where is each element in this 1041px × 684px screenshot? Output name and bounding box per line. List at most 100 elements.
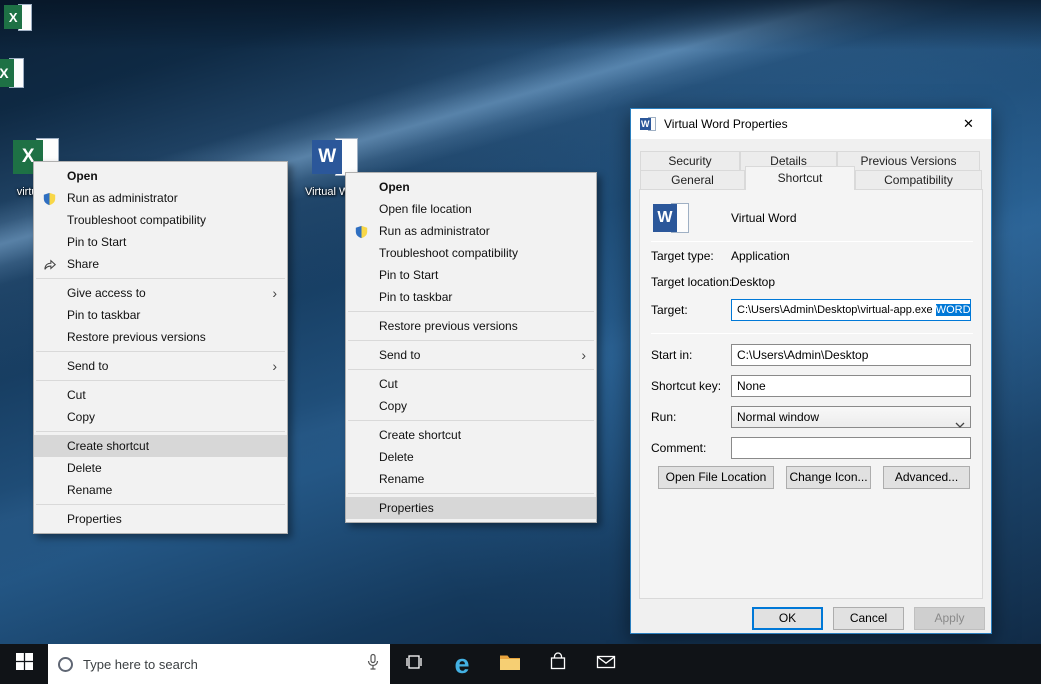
tab-security[interactable]: Security — [640, 151, 740, 170]
edge-button[interactable]: e — [438, 644, 486, 684]
file-explorer-button[interactable] — [486, 644, 534, 684]
file-explorer-icon — [499, 653, 521, 676]
edge-icon: e — [454, 651, 469, 678]
menu-item-troubleshoot-compatibility[interactable]: Troubleshoot compatibility — [346, 242, 596, 264]
menu-item-open[interactable]: Open — [34, 165, 287, 187]
shortcut-key-input[interactable] — [731, 375, 971, 397]
menu-item-send-to[interactable]: Send to› — [346, 344, 596, 366]
cortana-icon — [58, 657, 73, 672]
target-input[interactable]: C:\Users\Admin\Desktop\virtual-app.exe W… — [731, 299, 971, 321]
cancel-button[interactable]: Cancel — [833, 607, 904, 630]
run-dropdown[interactable]: Normal window — [731, 406, 971, 428]
excel-icon: X — [4, 5, 22, 29]
menu-separator — [36, 278, 285, 279]
close-button[interactable]: ✕ — [946, 110, 991, 139]
taskbar-search-box[interactable] — [48, 644, 390, 684]
menu-item-open[interactable]: Open — [346, 176, 596, 198]
share-icon — [43, 257, 57, 271]
target-input-text: C:\Users\Admin\Desktop\virtual-app.exe — [737, 304, 936, 316]
menu-item-create-shortcut[interactable]: Create shortcut — [346, 424, 596, 446]
menu-item-rename[interactable]: Rename — [34, 479, 287, 501]
ok-button[interactable]: OK — [752, 607, 823, 630]
submenu-arrow-icon: › — [272, 355, 277, 377]
dialog-titlebar[interactable]: W Virtual Word Properties ✕ — [631, 109, 991, 139]
menu-item-restore-previous-versions[interactable]: Restore previous versions — [346, 315, 596, 337]
submenu-arrow-icon: › — [581, 344, 586, 366]
tab-general[interactable]: General — [640, 170, 745, 190]
chevron-down-icon — [955, 414, 965, 434]
context-menu-excel-shortcut: Open Run as administrator Troubleshoot c… — [33, 161, 288, 534]
menu-item-delete[interactable]: Delete — [346, 446, 596, 468]
tab-previous-versions[interactable]: Previous Versions — [837, 151, 980, 170]
menu-item-pin-to-taskbar[interactable]: Pin to taskbar — [346, 286, 596, 308]
comment-label: Comment: — [651, 441, 706, 455]
start-button[interactable] — [0, 644, 48, 684]
menu-item-run-as-administrator[interactable]: Run as administrator — [346, 220, 596, 242]
desktop-icon-partial[interactable]: X — [4, 2, 32, 32]
menu-item-share[interactable]: Share — [34, 253, 287, 275]
menu-separator — [36, 504, 285, 505]
menu-item-pin-to-start[interactable]: Pin to Start — [34, 231, 287, 253]
menu-separator — [348, 369, 594, 370]
wallpaper-shade — [0, 0, 1041, 50]
comment-input[interactable] — [731, 437, 971, 459]
menu-item-cut[interactable]: Cut — [346, 373, 596, 395]
change-icon-button[interactable]: Change Icon... — [786, 466, 871, 489]
submenu-arrow-icon: › — [272, 282, 277, 304]
menu-item-create-shortcut[interactable]: Create shortcut — [34, 435, 287, 457]
taskbar: e — [0, 644, 1041, 684]
menu-item-run-as-administrator[interactable]: Run as administrator — [34, 187, 287, 209]
dialog-title: Virtual Word Properties — [664, 117, 946, 131]
menu-item-copy[interactable]: Copy — [346, 395, 596, 417]
advanced-button[interactable]: Advanced... — [883, 466, 970, 489]
menu-item-cut[interactable]: Cut — [34, 384, 287, 406]
menu-separator — [36, 351, 285, 352]
context-menu-word-shortcut: Open Open file location Run as administr… — [345, 172, 597, 523]
menu-separator — [348, 493, 594, 494]
excel-icon: X — [0, 59, 14, 86]
menu-separator — [348, 340, 594, 341]
menu-item-send-to[interactable]: Send to› — [34, 355, 287, 377]
separator — [651, 333, 973, 334]
store-button[interactable] — [534, 644, 582, 684]
menu-item-restore-previous-versions[interactable]: Restore previous versions — [34, 326, 287, 348]
word-icon: W — [312, 140, 342, 174]
uac-shield-icon — [43, 191, 57, 205]
menu-item-delete[interactable]: Delete — [34, 457, 287, 479]
menu-item-properties[interactable]: Properties — [346, 497, 596, 519]
menu-item-give-access-to[interactable]: Give access to› — [34, 282, 287, 304]
target-label: Target: — [651, 303, 688, 317]
word-icon-large: W — [653, 201, 689, 235]
separator — [651, 241, 973, 242]
word-icon: W — [640, 116, 656, 132]
menu-item-rename[interactable]: Rename — [346, 468, 596, 490]
tab-compatibility[interactable]: Compatibility — [855, 170, 982, 190]
open-file-location-button[interactable]: Open File Location — [658, 466, 774, 489]
menu-item-troubleshoot-compatibility[interactable]: Troubleshoot compatibility — [34, 209, 287, 231]
menu-item-copy[interactable]: Copy — [34, 406, 287, 428]
start-in-input[interactable] — [731, 344, 971, 366]
task-view-button[interactable] — [390, 644, 438, 684]
menu-separator — [348, 420, 594, 421]
microphone-icon — [366, 653, 380, 676]
shortcut-key-label: Shortcut key: — [651, 379, 721, 393]
menu-separator — [348, 311, 594, 312]
properties-dialog: W Virtual Word Properties ✕ Security Det… — [630, 108, 992, 634]
search-input[interactable] — [83, 657, 356, 672]
target-input-selected-text: WORD — [936, 304, 971, 316]
apply-button: Apply — [914, 607, 985, 630]
mail-button[interactable] — [582, 644, 630, 684]
menu-item-open-file-location[interactable]: Open file location — [346, 198, 596, 220]
desktop-icon-partial[interactable]: X — [0, 56, 24, 90]
menu-item-properties[interactable]: Properties — [34, 508, 287, 530]
task-view-icon — [404, 652, 424, 677]
target-type-value: Application — [731, 249, 790, 263]
menu-item-pin-to-start[interactable]: Pin to Start — [346, 264, 596, 286]
uac-shield-icon — [355, 224, 369, 238]
target-location-label: Target location: — [651, 275, 732, 289]
run-dropdown-value: Normal window — [737, 410, 819, 424]
target-location-value: Desktop — [731, 275, 775, 289]
tab-shortcut[interactable]: Shortcut — [745, 166, 855, 190]
menu-item-pin-to-taskbar[interactable]: Pin to taskbar — [34, 304, 287, 326]
windows-logo-icon — [16, 653, 33, 675]
